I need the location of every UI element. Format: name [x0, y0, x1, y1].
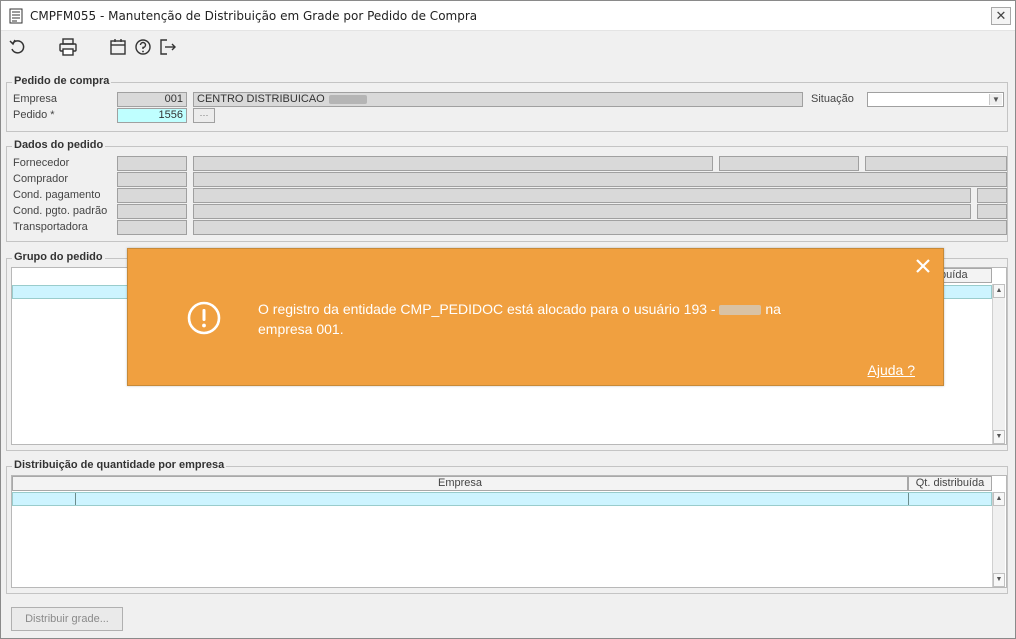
alert-message-text-1: O registro da entidade CMP_PEDIDOC está …	[258, 301, 716, 317]
scroll-down-icon[interactable]: ▼	[993, 430, 1005, 444]
transportadora-label: Transportadora	[13, 221, 88, 233]
qt-distribuida-column-header[interactable]: Qt. distribuída	[908, 476, 992, 491]
cond-pagamento-extra-field	[977, 188, 1007, 203]
refresh-icon[interactable]	[7, 36, 29, 58]
redacted-mark	[719, 305, 762, 316]
cond-pgto-padrao-extra-field	[977, 204, 1007, 219]
situacao-label: Situação	[811, 93, 854, 105]
cell-separator	[75, 493, 76, 505]
empresa-code-field[interactable]: 001	[117, 92, 187, 107]
window-title: CMPFM055 - Manutenção de Distribuição em…	[30, 9, 478, 23]
toolbar	[1, 32, 1015, 62]
empresa-label: Empresa	[13, 93, 58, 105]
alert-toast: O registro da entidade CMP_PEDIDOC está …	[127, 248, 944, 386]
cond-pgto-padrao-code-field	[117, 204, 187, 219]
distribuicao-scrollbar[interactable]: ▲ ▼	[992, 492, 1005, 587]
cell-separator	[908, 493, 909, 505]
table-row[interactable]	[12, 492, 992, 506]
scroll-up-icon[interactable]: ▲	[993, 284, 1005, 298]
pedido-compra-group: Pedido de compra	[6, 75, 1008, 132]
fornecedor-name-field	[193, 156, 713, 171]
pedido-label: Pedido *	[13, 109, 55, 121]
cond-pagamento-label: Cond. pagamento	[13, 189, 101, 201]
redacted-mark	[328, 94, 367, 104]
cond-pgto-padrao-label: Cond. pgto. padrão	[13, 205, 108, 217]
close-icon[interactable]	[915, 258, 931, 274]
empresa-column-header[interactable]: Empresa	[12, 476, 908, 491]
empresa-name-field: CENTRO DISTRIBUICAO	[193, 92, 803, 107]
comprador-name-field	[193, 172, 1007, 187]
close-window-button[interactable]: ✕	[991, 7, 1011, 25]
pedido-compra-legend: Pedido de compra	[12, 75, 112, 87]
exit-icon[interactable]	[157, 36, 179, 58]
app-window: CMPFM055 - Manutenção de Distribuição em…	[0, 0, 1016, 639]
scroll-down-icon[interactable]: ▼	[993, 573, 1005, 587]
pedido-lookup-button[interactable]: ⋯	[193, 108, 215, 123]
dados-pedido-legend: Dados do pedido	[12, 139, 106, 151]
warning-icon	[187, 301, 221, 335]
empresa-name-text: CENTRO DISTRIBUICAO	[197, 93, 325, 105]
grupo-pedido-legend: Grupo do pedido	[12, 251, 105, 263]
distribuicao-legend: Distribuição de quantidade por empresa	[12, 459, 227, 471]
help-link[interactable]: Ajuda ?	[868, 362, 915, 378]
calendar-icon[interactable]	[107, 36, 129, 58]
chevron-down-icon[interactable]: ▼	[989, 94, 1002, 105]
comprador-label: Comprador	[13, 173, 69, 185]
distribuir-grade-button[interactable]: Distribuir grade...	[11, 607, 123, 631]
help-icon[interactable]	[132, 36, 154, 58]
document-icon	[9, 8, 23, 24]
title-bar: CMPFM055 - Manutenção de Distribuição em…	[1, 1, 1015, 31]
pedido-input[interactable]: 1556	[117, 108, 187, 123]
cond-pagamento-desc-field	[193, 188, 971, 203]
scroll-up-icon[interactable]: ▲	[993, 492, 1005, 506]
transportadora-code-field	[117, 220, 187, 235]
fornecedor-extra-field-2	[865, 156, 1007, 171]
alert-message: O registro da entidade CMP_PEDIDOC está …	[258, 299, 818, 339]
fornecedor-label: Fornecedor	[13, 157, 70, 169]
fornecedor-code-field	[117, 156, 187, 171]
cond-pgto-padrao-desc-field	[193, 204, 971, 219]
fornecedor-extra-field-1	[719, 156, 859, 171]
print-icon[interactable]	[57, 36, 79, 58]
grupo-scrollbar[interactable]: ▲ ▼	[992, 284, 1005, 444]
transportadora-name-field	[193, 220, 1007, 235]
cond-pagamento-code-field	[117, 188, 187, 203]
situacao-select[interactable]: ▼	[867, 92, 1004, 107]
comprador-code-field	[117, 172, 187, 187]
